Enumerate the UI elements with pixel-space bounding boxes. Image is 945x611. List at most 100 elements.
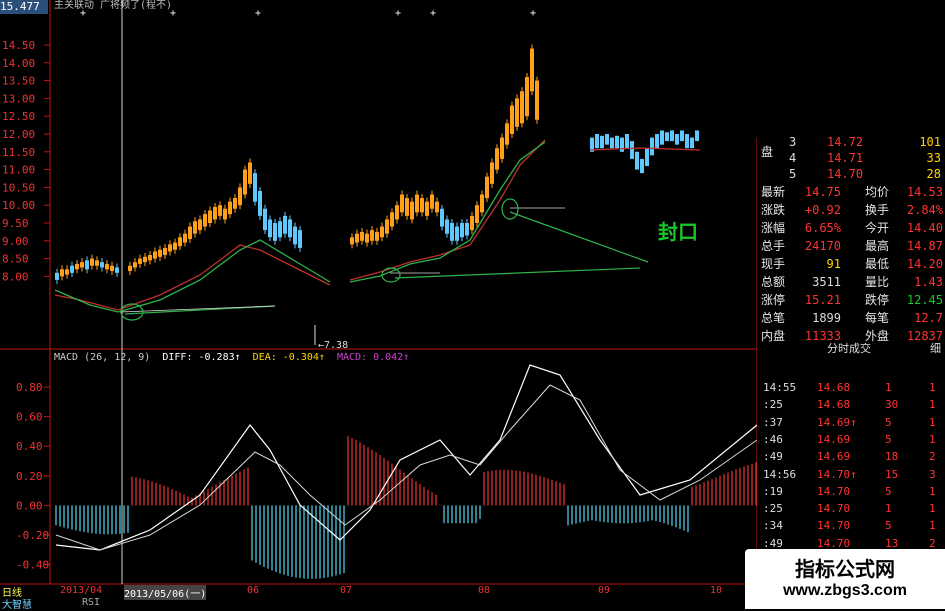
candle — [365, 233, 369, 243]
tick-price: 14.70 — [817, 484, 851, 498]
macd-axis-label: 0.20 — [16, 470, 43, 483]
candle — [505, 123, 509, 145]
candle — [263, 208, 267, 231]
candle — [695, 130, 699, 142]
quote-value: 2.84% — [906, 203, 943, 217]
price-axis-label: 10.50 — [2, 181, 35, 194]
quote-label: 总手 — [761, 239, 786, 253]
candle — [450, 223, 454, 241]
quote-label: 总笔 — [761, 311, 786, 325]
quote-value: 1.43 — [914, 275, 943, 289]
candle — [370, 230, 374, 241]
candle — [460, 223, 464, 238]
quote-value: 1899 — [812, 311, 841, 325]
date-axis-label: 06 — [247, 585, 260, 596]
candle — [350, 237, 354, 245]
ask-level: 5 — [789, 167, 797, 181]
price-axis-label: 11.50 — [2, 146, 35, 159]
price-axis-label: 8.50 — [2, 253, 29, 266]
tick-count: 1 — [929, 519, 936, 533]
date-axis-label: 2013/05/06(一) — [124, 585, 207, 600]
quote-value: 91 — [826, 257, 841, 271]
tick-price: 14.70↑ — [817, 467, 857, 481]
quote-value: 3511 — [812, 275, 841, 289]
top-marker: + — [255, 8, 261, 19]
quote-value: 12.7 — [914, 311, 943, 325]
quote-label: 均价 — [865, 185, 890, 199]
ask-volume: 101 — [919, 135, 941, 149]
tick-price: 14.69 — [817, 450, 851, 464]
price-axis-label: 9.00 — [2, 235, 29, 248]
candle — [60, 269, 64, 277]
top-marker: + — [430, 8, 436, 19]
tick-volume: 1 — [885, 502, 892, 516]
tick-price: 14.69↑ — [817, 415, 857, 429]
candle — [485, 176, 489, 199]
candle — [455, 226, 459, 241]
candle — [143, 256, 147, 263]
candle — [465, 223, 469, 236]
tick-price: 14.70 — [817, 502, 851, 516]
quote-label: 涨幅 — [761, 221, 786, 235]
candle — [163, 247, 167, 256]
tick-time: :19 — [763, 484, 783, 498]
candle — [640, 158, 644, 174]
macd-axis-label: 0.40 — [16, 440, 43, 453]
candle — [75, 263, 79, 270]
candle — [520, 91, 524, 124]
macd-title: MACD (26, 12, 9) — [54, 352, 151, 363]
candle — [80, 262, 84, 268]
candle — [650, 137, 654, 156]
candle — [445, 219, 449, 234]
candle — [405, 198, 409, 216]
candle — [183, 233, 187, 243]
tick-volume: 5 — [885, 432, 892, 446]
price-axis-label: 13.50 — [2, 75, 35, 88]
candle — [395, 205, 399, 220]
quote-label: 量比 — [865, 275, 890, 289]
tick-volume: 15 — [885, 467, 899, 481]
candle — [268, 219, 272, 238]
quote-label: 今开 — [865, 221, 890, 235]
candle — [625, 134, 629, 149]
quote-panel: 盘 3 14.72 101 4 14.71 33 5 14.70 28 最新 14.75 均价 14.53… — [757, 135, 945, 609]
ask-level: 3 — [789, 135, 797, 149]
rsi-tab[interactable]: RSI — [82, 597, 100, 608]
candle — [440, 208, 444, 227]
tick-count: 1 — [929, 398, 936, 412]
price-axis-label: 9.50 — [2, 217, 29, 230]
candle — [238, 187, 242, 206]
candle — [133, 262, 137, 268]
candle — [415, 194, 419, 213]
price-axis-label: 14.00 — [2, 57, 35, 70]
candle — [515, 98, 519, 127]
ask-price: 14.72 — [827, 135, 864, 149]
tick-count: 1 — [929, 415, 936, 429]
tick-count: 2 — [929, 450, 936, 464]
candle — [420, 198, 424, 213]
candle — [278, 221, 282, 238]
candle — [660, 130, 664, 145]
tick-count: 1 — [929, 381, 936, 394]
ask-volume: 28 — [926, 167, 941, 181]
macd-axis-label: 0.00 — [16, 499, 43, 512]
macd-axis-label: -0.40 — [16, 559, 49, 572]
candle — [390, 212, 394, 227]
candle — [610, 137, 614, 149]
candle — [400, 194, 404, 213]
date-axis-label: 09 — [598, 585, 611, 596]
date-axis: 日线 大智慧 2013/04 2013/05/06(一) 06 07 08 09 10 RSI — [0, 584, 757, 611]
ask-level: 4 — [789, 151, 797, 165]
ticks-header: 分时成交 — [827, 342, 871, 355]
candle — [173, 242, 177, 250]
quote-label: 总额 — [761, 275, 786, 289]
candle — [233, 198, 237, 209]
candle — [375, 231, 379, 241]
ticks-tab: 细 — [930, 342, 941, 355]
tick-time: 14:55 — [763, 381, 797, 394]
candle — [168, 244, 172, 252]
candle — [670, 130, 674, 142]
candle — [355, 233, 359, 243]
quote-value: +0.92 — [804, 203, 841, 217]
quote-label: 最新 — [761, 185, 786, 199]
